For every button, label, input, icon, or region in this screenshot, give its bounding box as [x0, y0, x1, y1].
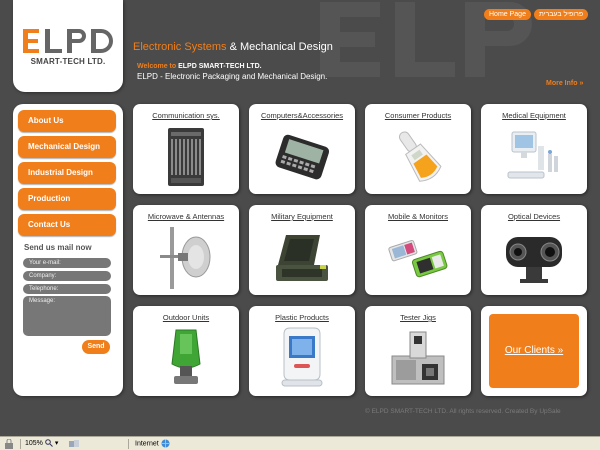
- security-zone: Internet: [135, 439, 170, 448]
- more-info-link[interactable]: More Info »: [546, 80, 583, 87]
- hebrew-profile-button[interactable]: פרופיל בעברית: [533, 9, 589, 20]
- tile-label[interactable]: Plastic Products: [249, 313, 355, 322]
- status-lock-icon: [5, 439, 13, 449]
- tile-label[interactable]: Communication sys.: [133, 111, 239, 120]
- nav-contact-us[interactable]: Contact Us: [18, 214, 116, 236]
- sidebar: About Us Mechanical Design Industrial De…: [13, 104, 123, 396]
- tile-label[interactable]: Mobile & Monitors: [365, 212, 471, 221]
- browser-status-bar: 105% ▾ Internet: [0, 436, 600, 450]
- message-field[interactable]: Message:: [23, 296, 111, 336]
- nav-mechanical-design[interactable]: Mechanical Design: [18, 136, 116, 158]
- welcome-company: ELPD SMART-TECH LTD.: [178, 63, 262, 70]
- telephone-field[interactable]: Telephone:: [23, 284, 111, 294]
- magnifier-icon: [45, 439, 53, 448]
- tile-computers-accessories[interactable]: Computers&Accessories: [249, 104, 355, 194]
- zoom-level[interactable]: 105% ▾: [25, 439, 59, 448]
- nav-industrial-design[interactable]: Industrial Design: [18, 162, 116, 184]
- rugged-case-icon: [276, 235, 328, 281]
- tile-label[interactable]: Computers&Accessories: [249, 111, 355, 120]
- tile-plastic-products[interactable]: Plastic Products: [249, 306, 355, 396]
- tile-mobile-monitors[interactable]: Mobile & Monitors: [365, 205, 471, 295]
- tester-jig-icon: [391, 331, 445, 385]
- tile-tester-jigs[interactable]: Tester Jigs: [365, 306, 471, 396]
- mobile-phones-icon: [388, 239, 448, 278]
- tile-medical-equipment[interactable]: Medical Equipment: [481, 104, 587, 194]
- page-title: Electronic Systems & Mechanical Design: [133, 41, 333, 53]
- tile-microwave-antennas[interactable]: Microwave & Antennas: [133, 205, 239, 295]
- welcome-line: Welcome to ELPD SMART-TECH LTD.: [137, 63, 262, 70]
- nav-about-us[interactable]: About Us: [18, 110, 116, 132]
- tile-outdoor-units[interactable]: Outdoor Units: [133, 306, 239, 396]
- home-page-button[interactable]: Home Page: [484, 9, 531, 20]
- zoom-value[interactable]: 105%: [25, 440, 43, 447]
- antenna-icon: [160, 227, 211, 289]
- tile-label[interactable]: Optical Devices: [481, 212, 587, 221]
- title-white: & Mechanical Design: [226, 41, 333, 53]
- chevron-down-icon[interactable]: ▾: [55, 440, 59, 447]
- top-buttons: Home Page פרופיל בעברית: [484, 9, 589, 20]
- tile-label[interactable]: Tester Jigs: [365, 313, 471, 322]
- tile-label[interactable]: Microwave & Antennas: [133, 212, 239, 221]
- globe-icon: [161, 439, 170, 448]
- logo-panel[interactable]: SMART-TECH LTD.: [13, 0, 123, 92]
- company-field[interactable]: Company:: [23, 271, 111, 281]
- our-clients-link[interactable]: Our Clients »: [489, 314, 579, 388]
- elpd-logo-icon: [23, 29, 113, 53]
- status-separator: [128, 439, 129, 449]
- outdoor-unit-icon: [171, 329, 201, 384]
- tile-label[interactable]: Military Equipment: [249, 212, 355, 221]
- send-button[interactable]: Send: [82, 340, 110, 354]
- tile-label[interactable]: Medical Equipment: [481, 111, 587, 120]
- welcome-prefix: Welcome to: [137, 63, 179, 70]
- nav-production[interactable]: Production: [18, 188, 116, 210]
- tile-consumer-products[interactable]: Consumer Products: [365, 104, 471, 194]
- logo-subtitle: SMART-TECH LTD.: [30, 57, 106, 66]
- mail-form-title: Send us mail now: [24, 243, 92, 252]
- rack-icon: [168, 128, 204, 186]
- title-orange: Electronic Systems: [133, 41, 227, 53]
- tagline: ELPD - Electronic Packaging and Mechanic…: [137, 72, 328, 81]
- medical-workstation-icon: [507, 131, 558, 179]
- tile-label[interactable]: Outdoor Units: [133, 313, 239, 322]
- optical-device-icon: [506, 237, 562, 283]
- zone-label: Internet: [135, 440, 159, 448]
- copyright: © ELPD SMART-TECH LTD. All rights reserv…: [365, 408, 561, 415]
- security-icon: [69, 440, 79, 447]
- tile-military-equipment[interactable]: Military Equipment: [249, 205, 355, 295]
- thermometer-icon: [398, 131, 442, 182]
- email-field[interactable]: Your e-mail:: [23, 258, 111, 268]
- status-separator: [20, 439, 21, 449]
- tile-our-clients[interactable]: Our Clients »: [481, 306, 587, 396]
- handheld-icon: [275, 134, 330, 180]
- page: SMART-TECH LTD. Home Page פרופיל בעברית …: [0, 0, 600, 436]
- tile-label[interactable]: Consumer Products: [365, 111, 471, 120]
- plastic-device-icon: [281, 327, 323, 387]
- tile-communication-sys[interactable]: Communication sys.: [133, 104, 239, 194]
- tile-optical-devices[interactable]: Optical Devices: [481, 205, 587, 295]
